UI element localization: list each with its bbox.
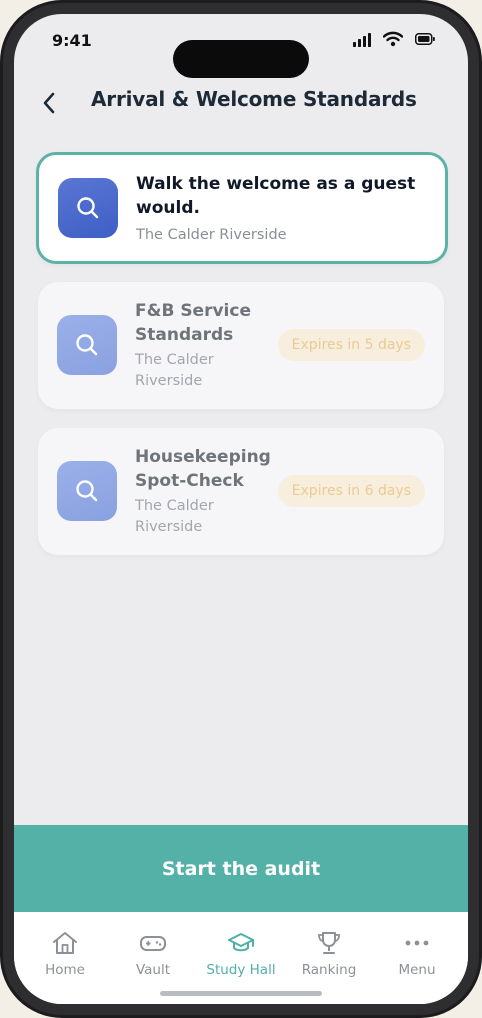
tab-ranking[interactable]: Ranking [285, 930, 373, 978]
tab-vault[interactable]: Vault [109, 930, 197, 978]
tab-study-hall-label: Study Hall [206, 962, 276, 978]
audit-title: Walk the welcome as a guest would. [136, 174, 416, 218]
tab-study-hall[interactable]: Study Hall [197, 930, 285, 978]
signal-icon [353, 33, 371, 47]
home-indicator[interactable] [160, 991, 322, 996]
search-icon [76, 334, 98, 356]
search-icon [76, 480, 98, 502]
more-icon [405, 940, 429, 946]
tab-menu[interactable]: Menu [373, 930, 461, 978]
audit-icon-tile [58, 178, 118, 238]
screen: 9:41 Arrival & Welcome Standards Walk th… [14, 14, 468, 1004]
audit-card[interactable]: F&B Service Standards The Calder Riversi… [38, 282, 444, 409]
phone-frame: 9:41 Arrival & Welcome Standards Walk th… [0, 0, 482, 1018]
tab-home[interactable]: Home [21, 930, 109, 978]
wifi-icon [383, 31, 403, 47]
audit-location: The Calder Riverside [136, 227, 287, 243]
status-bar: 9:41 [14, 14, 468, 78]
audit-location: The Calder Riverside [135, 498, 214, 535]
tab-home-label: Home [45, 962, 85, 978]
start-audit-button[interactable]: Start the audit [14, 825, 468, 912]
audit-card[interactable]: Housekeeping Spot-Check The Calder River… [38, 428, 444, 555]
audit-card-selected[interactable]: Walk the welcome as a guest would. The C… [36, 152, 448, 264]
battery-icon [415, 33, 435, 45]
status-time: 9:41 [52, 31, 92, 50]
expiry-badge: Expires in 6 days [277, 475, 425, 507]
expiry-badge: Expires in 5 days [277, 329, 425, 361]
audit-icon-tile [57, 461, 117, 521]
home-icon [53, 932, 77, 954]
audit-location: The Calder Riverside [135, 352, 214, 389]
tab-ranking-label: Ranking [301, 962, 357, 978]
tab-menu-label: Menu [398, 962, 436, 978]
audit-title: Housekeeping Spot-Check [135, 447, 271, 491]
back-chevron-icon[interactable] [38, 88, 62, 118]
tab-vault-label: Vault [135, 962, 171, 978]
search-icon [77, 197, 99, 219]
audit-icon-tile [57, 315, 117, 375]
page-title: Arrival & Welcome Standards [91, 87, 417, 111]
dynamic-island [173, 40, 309, 78]
audit-title: F&B Service Standards [135, 301, 251, 345]
trophy-icon [318, 932, 340, 954]
graduation-cap-icon [228, 933, 254, 952]
gamepad-icon [140, 936, 166, 951]
header: Arrival & Welcome Standards [14, 84, 468, 124]
